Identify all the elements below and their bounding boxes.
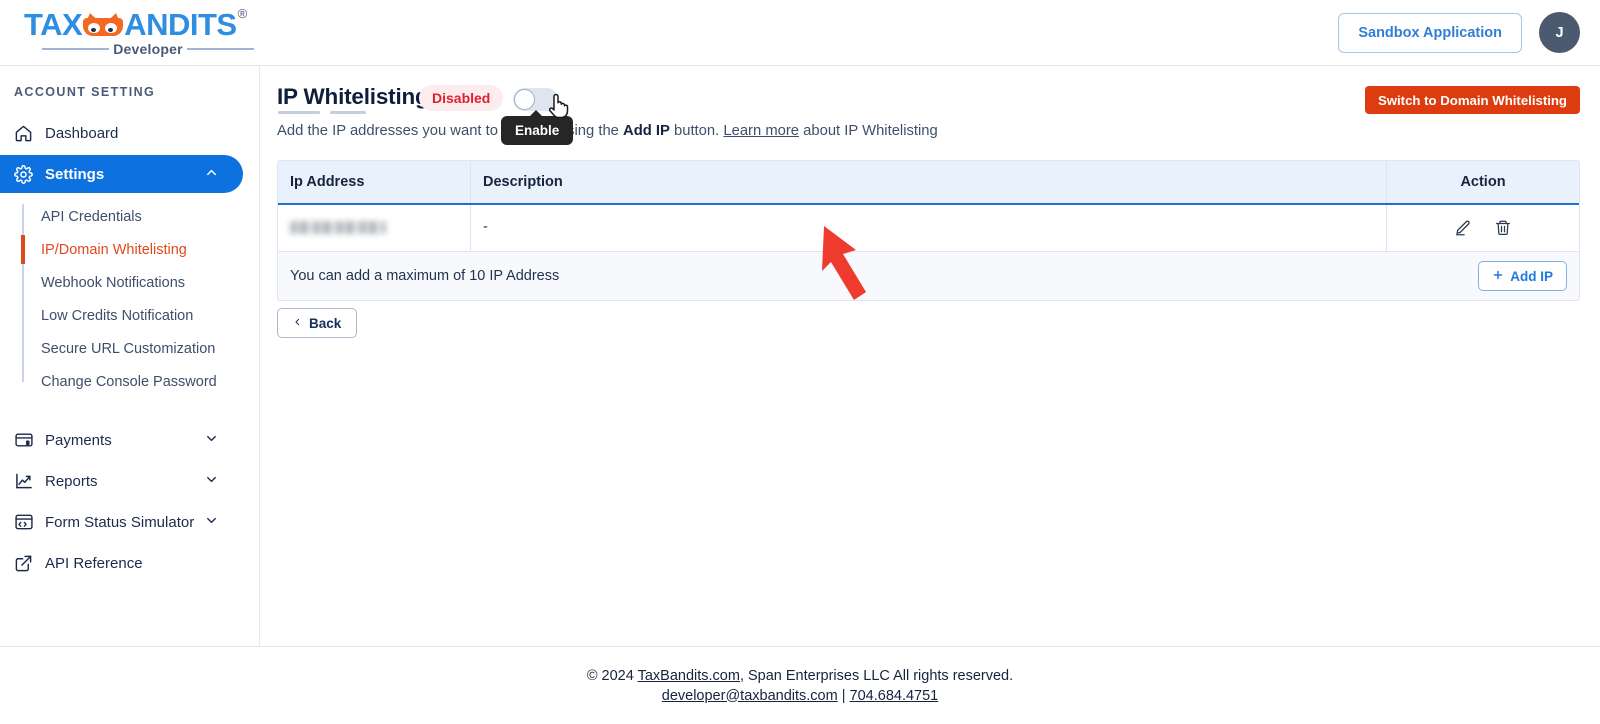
sidebar-sub-menu: API Credentials IP/Domain Whitelisting W… [21,200,252,398]
cell-ip-address [278,205,471,251]
sub-item-label: IP/Domain Whitelisting [41,241,187,258]
sidebar-section-title: ACCOUNT SETTING [14,85,156,99]
sidebar-item-reports[interactable]: Reports [0,462,243,500]
hand-cursor-icon [546,90,572,125]
sidebar-item-low-credits-notification[interactable]: Low Credits Notification [22,299,252,332]
external-link-icon [14,553,36,573]
column-header-action: Action [1460,174,1506,190]
switch-to-domain-whitelisting-button[interactable]: Switch to Domain Whitelisting [1364,86,1580,114]
gear-icon [14,164,36,184]
footer-contact: developer@taxbandits.com | 704.684.4751 [662,688,938,704]
sub-item-label: Low Credits Notification [41,307,194,324]
sidebar-item-webhook-notifications[interactable]: Webhook Notifications [22,266,252,299]
sidebar-item-change-console-password[interactable]: Change Console Password [22,365,252,398]
add-ip-button[interactable]: Add IP [1478,261,1567,291]
support-email-link[interactable]: developer@taxbandits.com [662,688,838,704]
redacted-ip-value [290,220,386,234]
ip-whitelist-table: Ip Address Description Action - You can … [277,160,1580,301]
table-header-row: Ip Address Description Action [278,161,1579,205]
card-dollar-icon [14,430,36,450]
sidebar-item-api-reference[interactable]: API Reference [0,544,243,582]
cell-actions [1387,205,1579,251]
chevron-up-icon[interactable] [204,165,219,184]
chevron-down-icon[interactable] [204,472,219,491]
cell-description: - [471,205,1387,251]
bandit-mask-icon [83,11,124,36]
table-row: - [278,205,1579,252]
sandbox-application-button[interactable]: Sandbox Application [1338,13,1522,53]
contact-separator: | [837,687,850,704]
app-root: TAX ANDITS ® Developer Sandbox Applicati… [0,0,1600,724]
main-content: IP Whitelisting Disabled Enable Add the … [261,66,1600,646]
add-ip-button-label: Add IP [1510,268,1553,284]
sidebar-item-form-status-simulator[interactable]: Form Status Simulator [0,503,243,541]
sub-item-label: Secure URL Customization [41,340,216,357]
page-subtitle: Add the IP addresses you want to whiteli… [277,123,938,139]
taxbandits-developer-logo[interactable]: TAX ANDITS ® Developer [24,6,254,60]
subtitle-text-3: about IP Whitelisting [799,123,938,139]
sidebar-item-ip-domain-whitelisting[interactable]: IP/Domain Whitelisting [21,233,252,266]
registered-mark: ® [237,6,248,21]
back-button-label: Back [309,315,342,331]
sidebar: ACCOUNT SETTING Dashboard Settings API C… [0,66,260,646]
avatar[interactable]: J [1539,12,1580,53]
top-bar: TAX ANDITS ® Developer Sandbox Applicati… [0,0,1600,66]
sidebar-item-dashboard[interactable]: Dashboard [0,114,243,152]
footer-copyright: © 2024 TaxBandits.com, Span Enterprises … [587,668,1013,684]
sidebar-item-api-credentials[interactable]: API Credentials [22,200,252,233]
chevron-down-icon[interactable] [204,513,219,532]
copyright-prefix: © 2024 [586,667,638,684]
title-underline-decoration [278,111,366,114]
sidebar-item-label: Payments [45,431,112,449]
trend-chart-icon [14,471,36,491]
column-header-ip-address: Ip Address [278,161,471,203]
sidebar-item-label: Settings [45,165,105,183]
home-icon [14,123,36,143]
subtitle-bold-add-ip: Add IP [623,123,670,139]
chevron-left-icon [293,316,302,331]
logo-text-tax: TAX [24,6,83,42]
sidebar-item-payments[interactable]: Payments [0,421,243,459]
chevron-down-icon[interactable] [204,431,219,450]
column-header-description: Description [471,161,1387,203]
plus-icon [1492,269,1504,284]
toggle-knob [514,89,535,110]
logo-subtitle: Developer [113,41,183,57]
sidebar-item-settings[interactable]: Settings [0,155,243,193]
sidebar-item-label: Reports [45,472,98,490]
sidebar-item-label: Form Status Simulator [45,513,195,531]
sub-item-label: Webhook Notifications [41,274,186,291]
sub-item-label: API Credentials [41,208,142,225]
sidebar-item-label: Dashboard [45,124,119,142]
copyright-suffix: , Span Enterprises LLC All rights reserv… [739,667,1014,684]
sub-item-label: Change Console Password [41,373,217,390]
table-footer: You can add a maximum of 10 IP Address A… [278,252,1579,300]
logo-text-andits: ANDITS [124,6,237,42]
sidebar-item-secure-url-customization[interactable]: Secure URL Customization [22,332,252,365]
delete-icon[interactable] [1494,219,1512,237]
browser-code-icon [14,512,36,532]
status-badge: Disabled [419,85,504,111]
page-footer: © 2024 TaxBandits.com, Span Enterprises … [0,646,1600,724]
back-button[interactable]: Back [277,308,358,338]
subtitle-text-2: button. [669,123,724,139]
max-ip-message: You can add a maximum of 10 IP Address [290,268,560,284]
taxbandits-link[interactable]: TaxBandits.com [638,668,740,684]
page-title: IP Whitelisting [277,84,429,109]
support-phone-link[interactable]: 704.684.4751 [850,688,939,704]
edit-icon[interactable] [1454,219,1472,237]
learn-more-link[interactable]: Learn more [723,123,799,139]
sidebar-item-label: API Reference [45,554,143,572]
